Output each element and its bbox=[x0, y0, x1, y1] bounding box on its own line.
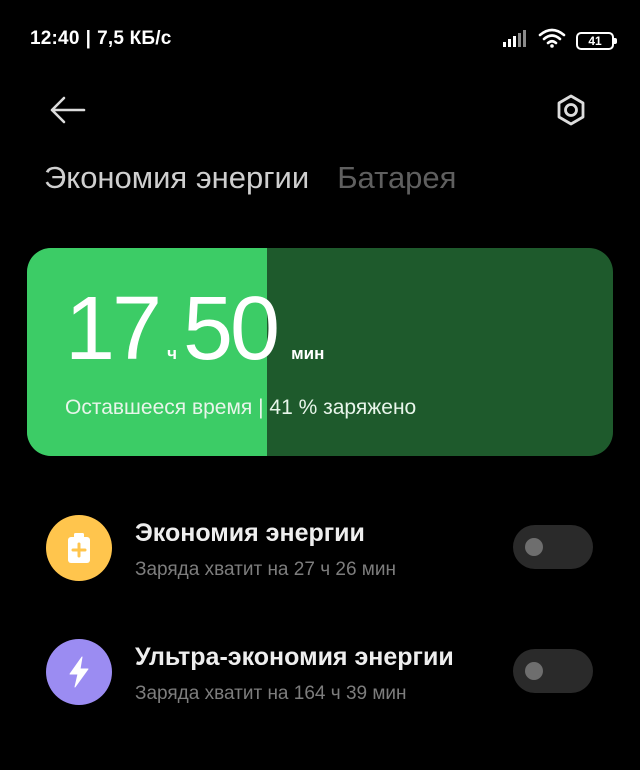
network-speed: 7,5 КБ/с bbox=[97, 28, 172, 49]
remaining-time-label: Оставшееся время | 41 % заряжено bbox=[65, 396, 417, 419]
remaining-minutes: 50 bbox=[182, 279, 280, 379]
status-time-speed: 12:40 | 7,5 КБ/с bbox=[30, 28, 172, 50]
ultra-power-saving-toggle[interactable] bbox=[513, 649, 593, 693]
hexagon-settings-icon bbox=[557, 94, 585, 126]
ultra-power-saving-row[interactable]: Ультра-экономия энергии Заряда хватит на… bbox=[0, 639, 640, 729]
top-bar bbox=[0, 78, 640, 142]
lightning-icon bbox=[46, 639, 112, 705]
remaining-time: 17 ч 50 мин bbox=[65, 284, 593, 376]
ultra-power-saving-subtitle: Заряда хватит на 164 ч 39 мин bbox=[135, 683, 407, 704]
back-button[interactable] bbox=[46, 90, 90, 130]
arrow-left-icon bbox=[50, 96, 86, 124]
remaining-hours: 17 bbox=[65, 279, 162, 379]
tab-power-saving[interactable]: Экономия энергии bbox=[44, 160, 309, 196]
tabs: Экономия энергии Батарея bbox=[44, 160, 456, 196]
toggle-knob bbox=[525, 538, 543, 556]
toggle-knob bbox=[525, 662, 543, 680]
battery-icon: 41 bbox=[576, 31, 617, 50]
status-separator: | bbox=[85, 28, 92, 49]
status-bar: 12:40 | 7,5 КБ/с 41 bbox=[0, 0, 640, 78]
minutes-unit: мин bbox=[291, 344, 325, 363]
power-saving-subtitle: Заряда хватит на 27 ч 26 мин bbox=[135, 559, 396, 580]
power-saving-toggle[interactable] bbox=[513, 525, 593, 569]
hours-unit: ч bbox=[167, 344, 177, 363]
ultra-power-saving-title: Ультра-экономия энергии bbox=[135, 643, 454, 671]
wifi-icon bbox=[538, 28, 566, 53]
clock: 12:40 bbox=[30, 28, 80, 49]
signal-icon bbox=[502, 29, 528, 52]
battery-plus-icon bbox=[46, 515, 112, 581]
battery-level: 41 bbox=[588, 33, 602, 48]
battery-status-card: 17 ч 50 мин Оставшееся время | 41 % заря… bbox=[27, 248, 613, 456]
power-saving-row[interactable]: Экономия энергии Заряда хватит на 27 ч 2… bbox=[0, 515, 640, 605]
settings-button[interactable] bbox=[548, 88, 594, 132]
battery-card-content: 17 ч 50 мин Оставшееся время | 41 % заря… bbox=[65, 284, 593, 420]
power-saving-title: Экономия энергии bbox=[135, 519, 365, 547]
tab-battery[interactable]: Батарея bbox=[337, 160, 456, 196]
status-icons: 41 bbox=[502, 28, 617, 53]
